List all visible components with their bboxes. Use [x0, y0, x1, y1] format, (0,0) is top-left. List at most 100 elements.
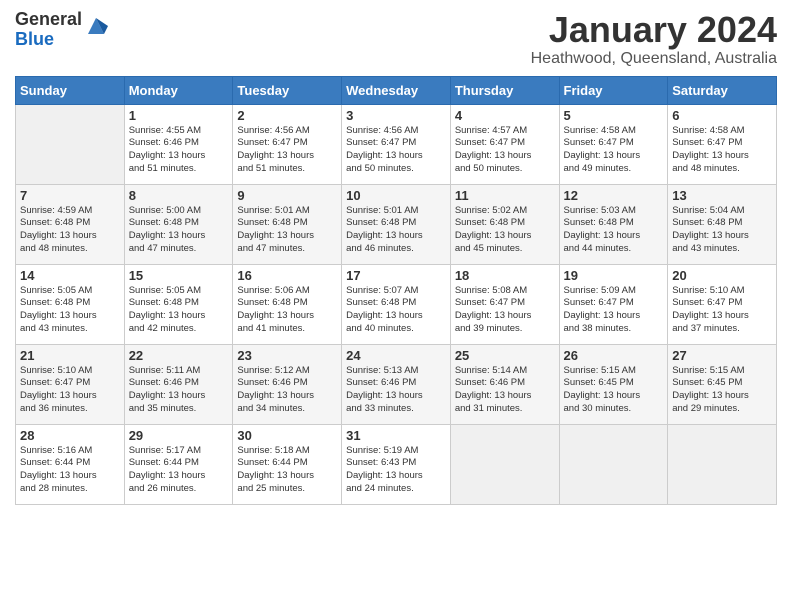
- day-number: 31: [346, 428, 446, 443]
- calendar-cell: [668, 424, 777, 504]
- day-info: Sunrise: 4:57 AMSunset: 6:47 PMDaylight:…: [455, 125, 555, 176]
- day-info: Sunrise: 5:07 AMSunset: 6:48 PMDaylight:…: [346, 285, 446, 336]
- calendar-cell: 10 Sunrise: 5:01 AMSunset: 6:48 PMDayligh…: [342, 184, 451, 264]
- logo: General Blue: [15, 10, 108, 50]
- calendar-cell: 6 Sunrise: 4:58 AMSunset: 6:47 PMDaylight…: [668, 104, 777, 184]
- day-number: 10: [346, 188, 446, 203]
- day-number: 12: [564, 188, 664, 203]
- day-info: Sunrise: 5:11 AMSunset: 6:46 PMDaylight:…: [129, 365, 229, 416]
- calendar-cell: 26 Sunrise: 5:15 AMSunset: 6:45 PMDayligh…: [559, 344, 668, 424]
- day-info: Sunrise: 5:15 AMSunset: 6:45 PMDaylight:…: [564, 365, 664, 416]
- calendar-cell: 25 Sunrise: 5:14 AMSunset: 6:46 PMDayligh…: [450, 344, 559, 424]
- day-info: Sunrise: 5:12 AMSunset: 6:46 PMDaylight:…: [237, 365, 337, 416]
- calendar-week-4: 21Sunrise: 5:10 AMSunset: 6:47 PMDayligh…: [16, 344, 777, 424]
- calendar-cell: 28 Sunrise: 5:16 AMSunset: 6:44 PMDayligh…: [16, 424, 125, 504]
- calendar-week-5: 28 Sunrise: 5:16 AMSunset: 6:44 PMDayligh…: [16, 424, 777, 504]
- day-number: 13: [672, 188, 772, 203]
- day-info: Sunrise: 5:16 AMSunset: 6:44 PMDaylight:…: [20, 445, 120, 496]
- day-number: 6: [672, 108, 772, 123]
- calendar-cell: 7 Sunrise: 4:59 AMSunset: 6:48 PMDaylight…: [16, 184, 125, 264]
- day-number: 23: [237, 348, 337, 363]
- day-info: Sunrise: 5:02 AMSunset: 6:48 PMDaylight:…: [455, 205, 555, 256]
- calendar-cell: 18 Sunrise: 5:08 AMSunset: 6:47 PMDayligh…: [450, 264, 559, 344]
- day-info: Sunrise: 5:10 AMSunset: 6:47 PMDaylight:…: [672, 285, 772, 336]
- header-row: Sunday Monday Tuesday Wednesday Thursday…: [16, 76, 777, 104]
- calendar-cell: 20 Sunrise: 5:10 AMSunset: 6:47 PMDayligh…: [668, 264, 777, 344]
- day-info: Sunrise: 4:58 AMSunset: 6:47 PMDaylight:…: [672, 125, 772, 176]
- calendar-cell: 19 Sunrise: 5:09 AMSunset: 6:47 PMDayligh…: [559, 264, 668, 344]
- logo-blue-text: Blue: [15, 30, 82, 50]
- calendar-cell: 14Sunrise: 5:05 AMSunset: 6:48 PMDayligh…: [16, 264, 125, 344]
- logo-general-text: General: [15, 10, 82, 30]
- calendar-table: Sunday Monday Tuesday Wednesday Thursday…: [15, 76, 777, 505]
- day-number: 5: [564, 108, 664, 123]
- day-info: Sunrise: 5:19 AMSunset: 6:43 PMDaylight:…: [346, 445, 446, 496]
- calendar-cell: 12Sunrise: 5:03 AMSunset: 6:48 PMDayligh…: [559, 184, 668, 264]
- day-number: 20: [672, 268, 772, 283]
- day-number: 18: [455, 268, 555, 283]
- day-number: 19: [564, 268, 664, 283]
- day-info: Sunrise: 4:55 AMSunset: 6:46 PMDaylight:…: [129, 125, 229, 176]
- col-wednesday: Wednesday: [342, 76, 451, 104]
- calendar-cell: 27 Sunrise: 5:15 AMSunset: 6:45 PMDayligh…: [668, 344, 777, 424]
- col-friday: Friday: [559, 76, 668, 104]
- day-info: Sunrise: 5:04 AMSunset: 6:48 PMDaylight:…: [672, 205, 772, 256]
- day-info: Sunrise: 4:56 AMSunset: 6:47 PMDaylight:…: [346, 125, 446, 176]
- calendar-cell: 22 Sunrise: 5:11 AMSunset: 6:46 PMDayligh…: [124, 344, 233, 424]
- day-number: 9: [237, 188, 337, 203]
- day-number: 25: [455, 348, 555, 363]
- day-number: 11: [455, 188, 555, 203]
- calendar-cell: 24Sunrise: 5:13 AMSunset: 6:46 PMDayligh…: [342, 344, 451, 424]
- day-number: 30: [237, 428, 337, 443]
- logo-icon: [84, 14, 108, 38]
- day-info: Sunrise: 5:18 AMSunset: 6:44 PMDaylight:…: [237, 445, 337, 496]
- col-monday: Monday: [124, 76, 233, 104]
- calendar-cell: [559, 424, 668, 504]
- day-number: 22: [129, 348, 229, 363]
- calendar-cell: 30 Sunrise: 5:18 AMSunset: 6:44 PMDayligh…: [233, 424, 342, 504]
- calendar-cell: 3 Sunrise: 4:56 AMSunset: 6:47 PMDaylight…: [342, 104, 451, 184]
- day-info: Sunrise: 4:58 AMSunset: 6:47 PMDaylight:…: [564, 125, 664, 176]
- calendar-cell: 13 Sunrise: 5:04 AMSunset: 6:48 PMDayligh…: [668, 184, 777, 264]
- calendar-week-1: 1Sunrise: 4:55 AMSunset: 6:46 PMDaylight…: [16, 104, 777, 184]
- calendar-cell: 8 Sunrise: 5:00 AMSunset: 6:48 PMDaylight…: [124, 184, 233, 264]
- day-number: 26: [564, 348, 664, 363]
- day-number: 29: [129, 428, 229, 443]
- day-info: Sunrise: 5:05 AMSunset: 6:48 PMDaylight:…: [129, 285, 229, 336]
- calendar-cell: [16, 104, 125, 184]
- calendar-cell: 4Sunrise: 4:57 AMSunset: 6:47 PMDaylight…: [450, 104, 559, 184]
- day-info: Sunrise: 5:05 AMSunset: 6:48 PMDaylight:…: [20, 285, 120, 336]
- day-number: 27: [672, 348, 772, 363]
- day-number: 28: [20, 428, 120, 443]
- day-number: 2: [237, 108, 337, 123]
- day-info: Sunrise: 5:01 AMSunset: 6:48 PMDaylight:…: [346, 205, 446, 256]
- day-number: 16: [237, 268, 337, 283]
- day-info: Sunrise: 5:08 AMSunset: 6:47 PMDaylight:…: [455, 285, 555, 336]
- day-number: 3: [346, 108, 446, 123]
- day-info: Sunrise: 5:06 AMSunset: 6:48 PMDaylight:…: [237, 285, 337, 336]
- day-info: Sunrise: 5:13 AMSunset: 6:46 PMDaylight:…: [346, 365, 446, 416]
- day-number: 7: [20, 188, 120, 203]
- day-info: Sunrise: 4:56 AMSunset: 6:47 PMDaylight:…: [237, 125, 337, 176]
- day-info: Sunrise: 5:14 AMSunset: 6:46 PMDaylight:…: [455, 365, 555, 416]
- day-info: Sunrise: 4:59 AMSunset: 6:48 PMDaylight:…: [20, 205, 120, 256]
- calendar-cell: 15Sunrise: 5:05 AMSunset: 6:48 PMDayligh…: [124, 264, 233, 344]
- calendar-cell: 11 Sunrise: 5:02 AMSunset: 6:48 PMDayligh…: [450, 184, 559, 264]
- calendar-cell: [450, 424, 559, 504]
- day-number: 21: [20, 348, 120, 363]
- day-info: Sunrise: 5:15 AMSunset: 6:45 PMDaylight:…: [672, 365, 772, 416]
- calendar-body: 1Sunrise: 4:55 AMSunset: 6:46 PMDaylight…: [16, 104, 777, 504]
- day-info: Sunrise: 5:00 AMSunset: 6:48 PMDaylight:…: [129, 205, 229, 256]
- calendar-cell: 29Sunrise: 5:17 AMSunset: 6:44 PMDayligh…: [124, 424, 233, 504]
- day-info: Sunrise: 5:09 AMSunset: 6:47 PMDaylight:…: [564, 285, 664, 336]
- calendar-cell: 21Sunrise: 5:10 AMSunset: 6:47 PMDayligh…: [16, 344, 125, 424]
- calendar-cell: 31 Sunrise: 5:19 AMSunset: 6:43 PMDayligh…: [342, 424, 451, 504]
- page-header: General Blue January 2024 Heathwood, Que…: [15, 10, 777, 68]
- day-info: Sunrise: 5:01 AMSunset: 6:48 PMDaylight:…: [237, 205, 337, 256]
- day-number: 17: [346, 268, 446, 283]
- calendar-cell: 16 Sunrise: 5:06 AMSunset: 6:48 PMDayligh…: [233, 264, 342, 344]
- location-text: Heathwood, Queensland, Australia: [531, 50, 777, 68]
- day-number: 8: [129, 188, 229, 203]
- calendar-cell: 17 Sunrise: 5:07 AMSunset: 6:48 PMDayligh…: [342, 264, 451, 344]
- col-sunday: Sunday: [16, 76, 125, 104]
